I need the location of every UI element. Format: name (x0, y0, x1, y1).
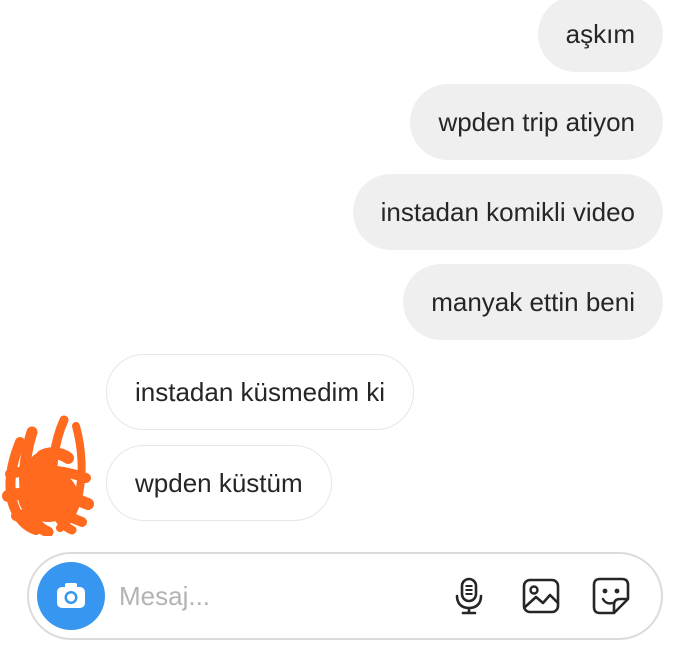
message-outgoing[interactable]: manyak ettin beni (403, 264, 663, 340)
camera-icon (57, 583, 85, 608)
message-incoming[interactable]: wpden küstüm (106, 445, 332, 521)
message-text: instadan küsmedim ki (135, 377, 385, 407)
sticker-button[interactable] (589, 574, 633, 618)
message-incoming[interactable]: instadan küsmedim ki (106, 354, 414, 430)
message-input[interactable] (119, 576, 419, 616)
gallery-button[interactable] (519, 574, 563, 618)
image-icon (522, 578, 560, 614)
message-text: manyak ettin beni (431, 287, 635, 317)
microphone-icon (455, 577, 483, 615)
message-outgoing[interactable]: aşkım (537, 0, 663, 72)
message-text: aşkım (565, 19, 635, 49)
sticker-icon (592, 577, 630, 615)
camera-button[interactable] (37, 562, 105, 630)
message-text: wpden trip atiyon (438, 107, 635, 137)
message-outgoing[interactable]: instadan komikli video (352, 174, 663, 250)
sender-avatar[interactable] (2, 412, 94, 538)
message-text: instadan komikli video (380, 197, 635, 227)
microphone-button[interactable] (447, 574, 491, 618)
redacted-avatar-scribble-icon (2, 415, 94, 538)
message-text: wpden küstüm (135, 468, 303, 498)
message-thread: aşkım wpden trip atiyon instadan komikli… (0, 0, 690, 540)
message-outgoing[interactable]: wpden trip atiyon (410, 84, 663, 160)
message-composer (27, 552, 663, 640)
